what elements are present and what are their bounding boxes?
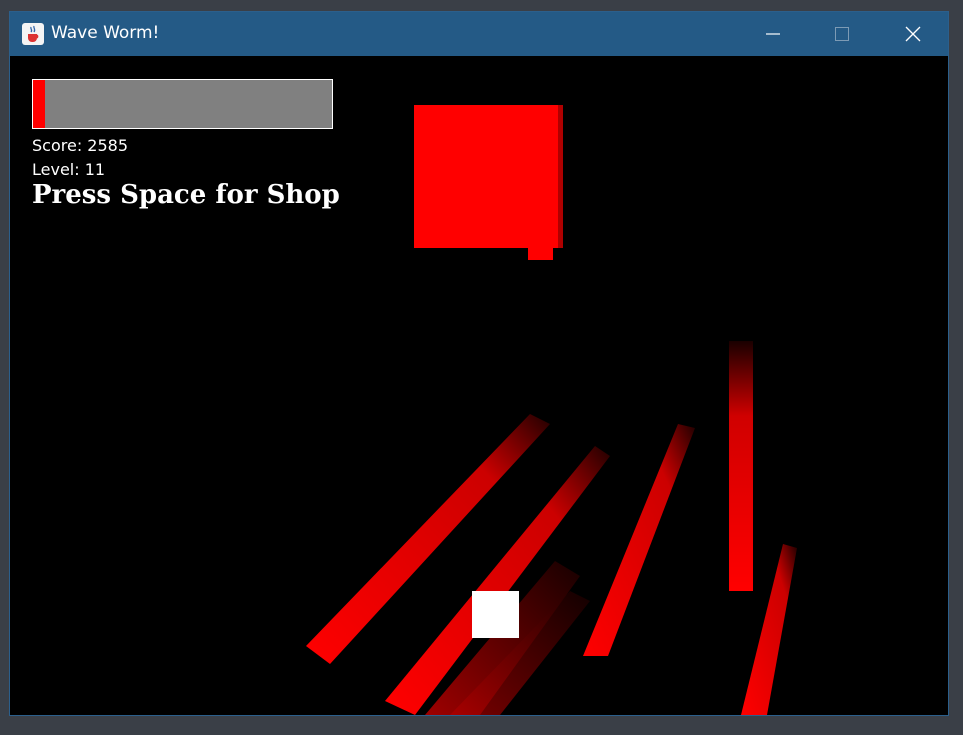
game-canvas[interactable]: Score: 2585 Level: 11 Press Space for Sh… bbox=[10, 56, 948, 715]
game-window: Wave Worm! Score: 2585 Level: 11 Press S… bbox=[9, 11, 949, 716]
close-button[interactable] bbox=[878, 12, 948, 56]
level-text: Level: 11 bbox=[32, 160, 106, 179]
score-text: Score: 2585 bbox=[32, 136, 129, 155]
minimize-icon bbox=[766, 33, 780, 35]
player-square bbox=[472, 591, 519, 638]
close-icon bbox=[905, 26, 921, 42]
maximize-icon bbox=[835, 27, 849, 41]
enemy-box-edge bbox=[558, 105, 563, 248]
health-bar bbox=[32, 79, 333, 129]
java-cup-icon bbox=[22, 23, 44, 45]
window-title: Wave Worm! bbox=[51, 23, 160, 43]
health-bar-fill bbox=[33, 80, 45, 128]
shop-prompt: Press Space for Shop bbox=[32, 180, 340, 210]
enemy-trail bbox=[729, 341, 753, 591]
title-bar[interactable]: Wave Worm! bbox=[10, 12, 948, 56]
minimize-button[interactable] bbox=[738, 12, 808, 56]
enemy-box-notch bbox=[528, 248, 553, 260]
enemy-block bbox=[414, 105, 558, 248]
maximize-button[interactable] bbox=[807, 12, 877, 56]
